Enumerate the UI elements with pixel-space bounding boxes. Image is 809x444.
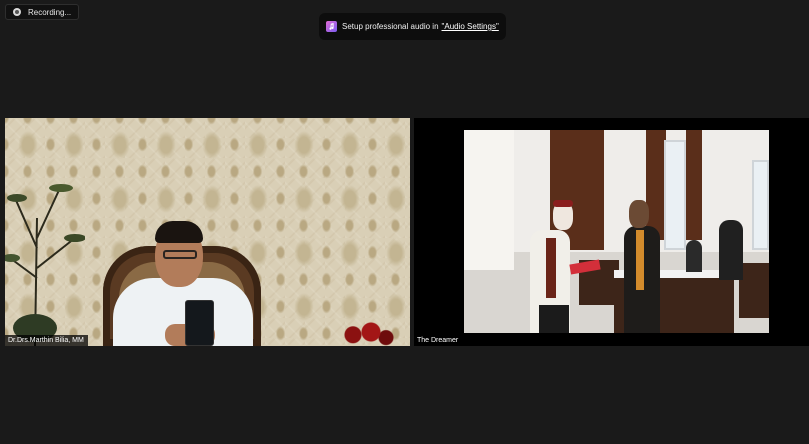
record-icon xyxy=(13,8,21,16)
person-left-hat xyxy=(553,200,573,207)
participant-name-label: Dr.Drs.Marthin Bilia, MM xyxy=(5,335,88,346)
curtain-mid xyxy=(646,130,666,240)
person-right-stripe xyxy=(636,230,644,290)
music-note-icon xyxy=(326,21,337,32)
audio-settings-notification: Setup professional audio in "Audio Setti… xyxy=(319,13,506,40)
person-background xyxy=(719,220,743,280)
shared-photo xyxy=(464,130,769,333)
participant-hair xyxy=(155,221,203,243)
notification-text: Setup professional audio in xyxy=(342,22,439,31)
window-right xyxy=(752,160,769,250)
phone-image xyxy=(185,300,214,346)
person-right-head xyxy=(629,200,649,228)
table-right xyxy=(739,263,769,318)
recording-label: Recording... xyxy=(28,7,72,17)
window xyxy=(664,140,686,250)
person-background-2 xyxy=(686,240,702,272)
flowers-image xyxy=(335,318,395,346)
wall-pillar xyxy=(464,130,514,270)
recording-indicator[interactable]: Recording... xyxy=(5,4,79,20)
plant-image xyxy=(5,184,85,346)
curtain-right xyxy=(686,130,702,240)
video-tile-participant-1[interactable]: Dr.Drs.Marthin Bilia, MM xyxy=(5,118,410,346)
audio-settings-link[interactable]: "Audio Settings" xyxy=(442,22,499,31)
person-left-pants xyxy=(539,305,569,333)
glasses-image xyxy=(163,250,197,259)
participant-name-label: The Dreamer xyxy=(414,335,463,346)
person-left-scarf xyxy=(546,238,556,298)
video-tile-participant-2[interactable]: The Dreamer xyxy=(414,118,809,346)
